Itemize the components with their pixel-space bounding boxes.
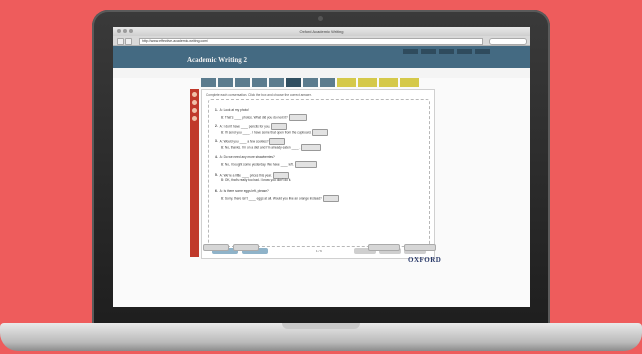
camera-icon [318, 16, 323, 21]
sidebar [190, 89, 199, 257]
exercise-instruction: Complete each conversation. Click the bo… [206, 93, 312, 97]
nav-icon[interactable] [192, 116, 197, 121]
header-button[interactable] [403, 49, 418, 54]
question-line-a: 4. A: Do we need any more strawberries? [215, 155, 275, 159]
answer-dropdown[interactable] [294, 161, 317, 168]
laptop-screen: Oxford Academic Writing http://www.effec… [113, 27, 530, 307]
answer-dropdown[interactable] [312, 129, 329, 136]
tab-active[interactable] [286, 78, 301, 87]
question-line-a: 6. A: Is there some eggs left, please? [215, 189, 269, 193]
tab[interactable] [201, 78, 216, 87]
footer-button[interactable] [404, 244, 436, 251]
nav-icon[interactable] [192, 100, 197, 105]
footer-left-buttons [203, 244, 259, 251]
footer-button[interactable] [368, 244, 400, 251]
question-line-b: B: No, I bought some yesterday. We have … [221, 161, 317, 168]
tab[interactable] [303, 78, 318, 87]
answer-dropdown[interactable] [301, 144, 322, 151]
question-line-b: B: OK, that's really too bad. I know you… [221, 178, 292, 182]
main-content: Complete each conversation. Click the bo… [113, 78, 530, 307]
header-button[interactable] [421, 49, 436, 54]
app-title: Academic Writing 2 [187, 56, 248, 64]
footer-right-buttons [368, 244, 436, 251]
nav-icon[interactable] [192, 108, 197, 113]
answer-dropdown[interactable] [322, 195, 339, 202]
answer-dropdown[interactable] [288, 114, 307, 121]
laptop-base [0, 323, 642, 351]
home-icon[interactable] [192, 92, 197, 97]
tab[interactable] [269, 78, 284, 87]
unit-tabs [201, 78, 419, 88]
back-button[interactable] [117, 38, 124, 45]
address-bar[interactable]: http://www.effective-academic-writing.co… [139, 38, 483, 45]
header-buttons [403, 49, 490, 54]
question-line-b: B: No, thanks. I'm on a diet and I'm alr… [221, 144, 322, 151]
footer-button[interactable] [233, 244, 259, 251]
question-line-b: B: Sorry, there isn't ____ eggs at all. … [221, 195, 339, 202]
search-field[interactable] [489, 38, 527, 45]
browser-titlebar: Oxford Academic Writing [113, 27, 530, 36]
header-button[interactable] [439, 49, 454, 54]
question-line-b: B: That's ____ photos. What did you do n… [221, 114, 307, 121]
app-header: Academic Writing 2 [113, 46, 530, 68]
tab[interactable] [320, 78, 335, 87]
footer-button[interactable] [203, 244, 229, 251]
tab-yellow[interactable] [358, 78, 377, 87]
tab[interactable] [218, 78, 233, 87]
page-indicator: 1 / 6 [316, 249, 322, 253]
oxford-logo: OXFORD [408, 256, 442, 264]
question-line-b: B: I'll send you ____ . I have some that… [221, 129, 329, 136]
exercise-panel: Complete each conversation. Click the bo… [201, 89, 435, 259]
browser-toolbar: http://www.effective-academic-writing.co… [113, 36, 530, 46]
tab-yellow[interactable] [337, 78, 356, 87]
header-button[interactable] [457, 49, 472, 54]
question-box: 1. A: Look at my photo! B: That's ____ ph… [208, 99, 430, 247]
window-title: Oxford Academic Writing [299, 29, 344, 34]
trackpad-notch [282, 323, 360, 329]
tab[interactable] [252, 78, 267, 87]
question-line-a: 1. A: Look at my photo! [215, 108, 249, 112]
tab[interactable] [235, 78, 250, 87]
forward-button[interactable] [125, 38, 132, 45]
tab-yellow[interactable] [400, 78, 419, 87]
tab-yellow[interactable] [379, 78, 398, 87]
header-button[interactable] [475, 49, 490, 54]
